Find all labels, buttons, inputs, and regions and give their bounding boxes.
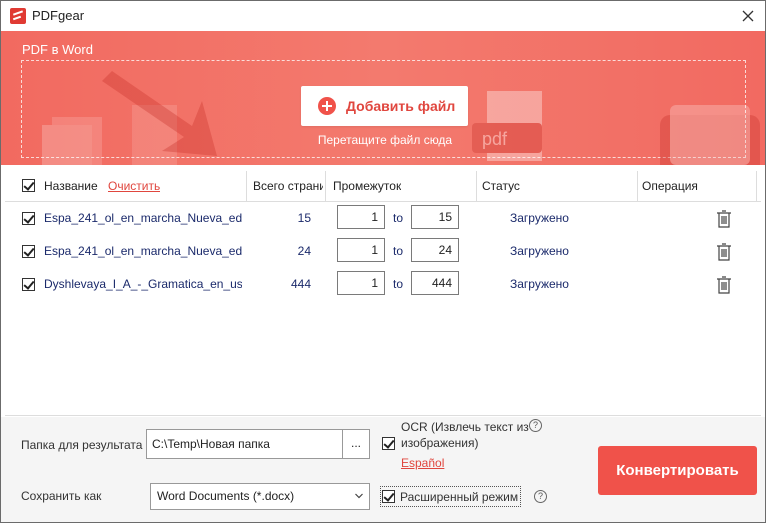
total-pages: 444 [290, 277, 311, 291]
range-from-input[interactable]: 1 [337, 205, 385, 229]
save-as-select[interactable]: Word Documents (*.docx) [150, 483, 370, 510]
add-file-button[interactable]: Добавить файл [301, 86, 468, 126]
column-separator [246, 171, 247, 202]
converter-header: PDF в Word pdf Добавить файл Перетащите … [1, 31, 765, 165]
advanced-mode-label[interactable]: Расширенный режим [400, 490, 518, 504]
table-row[interactable]: Dyshlevaya_I_A_-_Gramatica_en_uso_ 444 1… [5, 268, 761, 301]
column-separator [325, 171, 326, 202]
select-all-checkbox[interactable] [22, 179, 35, 192]
browse-folder-button[interactable]: ... [342, 429, 370, 459]
app-logo-icon [10, 8, 26, 24]
clear-link[interactable]: Очистить [108, 171, 160, 202]
range-from-input[interactable]: 1 [337, 238, 385, 262]
trash-icon[interactable] [716, 276, 732, 294]
total-pages: 15 [297, 211, 311, 225]
add-file-label: Добавить файл [346, 98, 456, 114]
row-checkbox[interactable] [22, 212, 35, 225]
column-status-header: Статус [482, 179, 520, 193]
pdf-decoration-icon: pdf [472, 91, 542, 161]
status-text: Загружено [510, 277, 569, 291]
app-window: PDFgear PDF в Word pdf Добавить файл Пер… [0, 0, 766, 523]
range-to-input[interactable]: 15 [411, 205, 459, 229]
file-drop-zone[interactable]: pdf Добавить файл Перетащите файл сюда [21, 60, 760, 165]
ocr-checkbox[interactable] [382, 437, 395, 450]
ocr-language-link[interactable]: Español [401, 456, 444, 470]
title-bar: PDFgear [1, 1, 765, 31]
table-row[interactable]: Espa_241_ol_en_marcha_Nueva_edici 15 1 t… [5, 202, 761, 235]
ocr-label-line1: OCR (Извлечь текст из [401, 420, 529, 434]
pdf-decoration-label: pdf [482, 129, 508, 149]
output-settings-panel: Папка для результата C:\Temp\Новая папка… [1, 417, 765, 522]
file-name: Espa_241_ol_en_marcha_Nueva_edici [44, 244, 242, 258]
range-from-input[interactable]: 1 [337, 271, 385, 295]
converter-title: PDF в Word [22, 42, 93, 57]
column-range-header: Промежуток [333, 179, 402, 193]
close-button[interactable] [735, 4, 761, 28]
table-row[interactable]: Espa_241_ol_en_marcha_Nueva_edici 24 1 t… [5, 235, 761, 268]
column-name-header: Название [44, 179, 98, 193]
column-total-pages-header: Всего страни [253, 179, 323, 193]
plus-icon [318, 97, 336, 115]
ocr-label-line2: изображения) [401, 436, 479, 450]
column-separator [476, 171, 477, 202]
window-title: PDFgear [32, 8, 85, 23]
row-checkbox[interactable] [22, 245, 35, 258]
chevron-down-icon [355, 493, 363, 499]
range-to-input[interactable]: 444 [411, 271, 459, 295]
drop-hint: Перетащите файл сюда [317, 133, 453, 147]
file-table: Название Очистить Всего страни Промежуто… [5, 171, 761, 416]
range-separator: to [393, 277, 404, 291]
range-separator: to [393, 211, 404, 225]
column-separator [756, 171, 757, 202]
help-icon[interactable]: ? [534, 490, 547, 503]
file-name: Espa_241_ol_en_marcha_Nueva_edici [44, 211, 242, 225]
column-operation-header: Операция [642, 179, 698, 193]
output-folder-input[interactable]: C:\Temp\Новая папка [146, 429, 343, 459]
help-icon[interactable]: ? [529, 419, 542, 432]
folder-decoration-icon [660, 105, 760, 165]
save-as-value: Word Documents (*.docx) [157, 489, 295, 503]
status-text: Загружено [510, 244, 569, 258]
arrow-decoration-icon [102, 71, 217, 156]
trash-icon[interactable] [716, 243, 732, 261]
close-icon [742, 10, 754, 22]
row-checkbox[interactable] [22, 278, 35, 291]
trash-icon[interactable] [716, 210, 732, 228]
file-name: Dyshlevaya_I_A_-_Gramatica_en_uso_ [44, 277, 242, 291]
range-separator: to [393, 244, 404, 258]
status-text: Загружено [510, 211, 569, 225]
convert-button[interactable]: Конвертировать [598, 446, 757, 495]
table-header: Название Очистить Всего страни Промежуто… [5, 171, 761, 202]
output-folder-label: Папка для результата [21, 438, 143, 452]
range-to-input[interactable]: 24 [411, 238, 459, 262]
save-as-label: Сохранить как [21, 489, 102, 503]
column-separator [637, 171, 638, 202]
total-pages: 24 [297, 244, 311, 258]
